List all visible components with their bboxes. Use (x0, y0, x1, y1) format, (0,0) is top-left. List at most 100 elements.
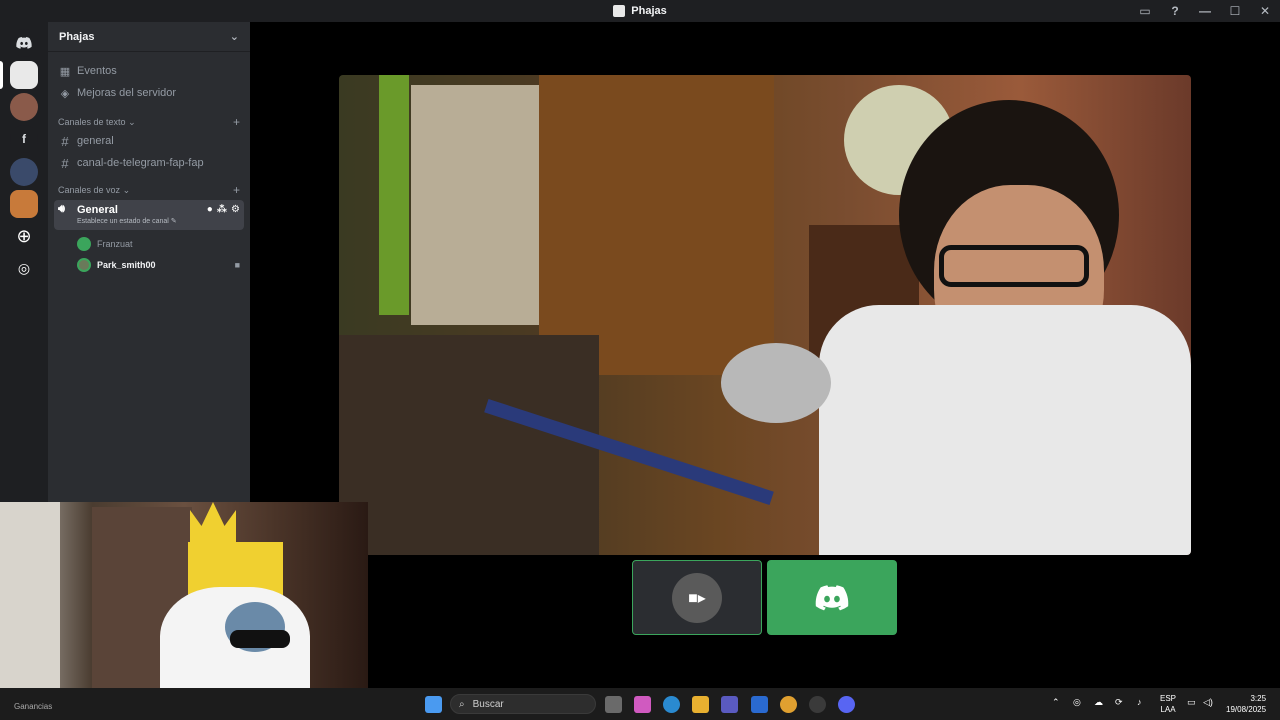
date: 19/08/2025 (1226, 705, 1267, 714)
hashtag-icon: # (61, 155, 69, 171)
clock[interactable]: 3:25 19/08/2025 (1226, 693, 1266, 715)
calendar-icon: ▦ (59, 65, 71, 78)
server-name: Phajas (59, 30, 95, 43)
lang-bottom: LAA (1160, 705, 1176, 714)
discord-logo-icon (815, 584, 849, 610)
text-category[interactable]: Canales de texto ⌄ + (48, 114, 250, 130)
server-f-icon[interactable]: f (10, 125, 38, 153)
channel-status-placeholder[interactable]: Establece un estado de canal (77, 218, 169, 225)
app-icon[interactable] (809, 696, 826, 713)
avatar: ■▸ (672, 572, 722, 623)
gear-icon[interactable]: ⚙ (231, 204, 240, 215)
chevron-up-icon[interactable]: ⌃ (1052, 697, 1060, 708)
voice-category-label: Canales de voz (58, 184, 121, 195)
channel-label: general (77, 135, 114, 147)
video-scene (379, 75, 409, 315)
voice-user[interactable]: Franzuat (48, 233, 250, 254)
voice-channel-name: General (77, 203, 118, 216)
search-placeholder: Buscar (472, 698, 504, 710)
boost-icon: ◈ (60, 87, 70, 100)
server-icon[interactable] (10, 190, 38, 218)
voice-category[interactable]: Canales de voz ⌄ + (48, 182, 250, 198)
chrome-icon[interactable] (780, 696, 797, 713)
file-explorer-icon[interactable] (692, 696, 709, 713)
maximize-button[interactable]: ☐ (1220, 0, 1250, 22)
search-icon: ⌕ (459, 698, 465, 710)
task-view-icon[interactable] (605, 696, 622, 713)
events-item[interactable]: ▦ Eventos (48, 60, 250, 82)
network-icon[interactable]: ▭ (1187, 697, 1196, 708)
time: 3:25 (1250, 694, 1267, 703)
store-icon[interactable] (751, 696, 768, 713)
server-boosts-item[interactable]: ◈ Mejoras del servidor (48, 82, 250, 104)
camera-tile[interactable]: ■▸ (632, 560, 762, 635)
webcam-scene (230, 630, 290, 648)
minimize-button[interactable]: — (1190, 0, 1220, 22)
voice-user-name: Franzuat (97, 238, 133, 249)
discord-user-tile[interactable] (767, 560, 897, 635)
pencil-icon[interactable]: ✎ (171, 218, 177, 225)
channel-label: canal-de-telegram-fap-fap (77, 157, 204, 169)
server-phajas-icon[interactable] (10, 61, 38, 89)
webcam-scene (190, 502, 236, 542)
explore-icon[interactable]: ◎ (10, 254, 38, 282)
discord-taskbar-icon[interactable] (838, 696, 855, 713)
voice-user[interactable]: Park_smith00 ■ (48, 254, 250, 275)
boosts-label: Mejoras del servidor (77, 87, 177, 99)
taskbar-search[interactable]: ⌕ Buscar (450, 694, 596, 714)
title-bar: Phajas ▭ ? — ☐ ✕ (0, 0, 1280, 22)
chevron-down-icon: ⌄ (229, 31, 239, 43)
lang-top: ESP (1160, 694, 1177, 703)
voice-user-name: Park_smith00 (97, 259, 156, 270)
language-indicator[interactable]: ESP LAA (1160, 693, 1176, 715)
help-icon[interactable]: ? (1160, 0, 1190, 22)
video-scene (339, 335, 599, 555)
camera-icon: ■ (234, 259, 240, 270)
sync-icon[interactable]: ⟳ (1115, 697, 1123, 708)
inbox-icon[interactable]: ▭ (1130, 0, 1160, 22)
copilot-tray-icon[interactable]: ◎ (1073, 697, 1081, 708)
video-scene (939, 245, 1089, 287)
text-category-label: Canales de texto (58, 116, 126, 127)
chevron-down-icon: ⌄ (122, 184, 131, 195)
video-scene (539, 75, 774, 375)
invite-icon[interactable]: ⁂ (217, 204, 227, 215)
speaker-icon: 🔊︎ (58, 203, 65, 215)
window-title: Phajas (631, 5, 667, 17)
add-channel-icon[interactable]: + (233, 183, 240, 197)
edge-icon[interactable] (663, 696, 680, 713)
server-icon[interactable] (10, 93, 38, 121)
channel-telegram[interactable]: # canal-de-telegram-fap-fap (48, 152, 250, 174)
widgets-label[interactable]: Ganancias (14, 702, 52, 711)
microphone-icon[interactable]: ♪ (1137, 697, 1142, 707)
server-icon[interactable] (10, 158, 38, 186)
channel-sidebar: Phajas ⌄ ▦ Eventos ◈ Mejoras del servido… (48, 22, 250, 502)
chat-bubble-icon[interactable]: ● (207, 204, 213, 215)
channel-general[interactable]: # general (48, 130, 250, 152)
events-label: Eventos (77, 65, 117, 77)
server-app-icon (613, 5, 626, 17)
copilot-icon[interactable] (634, 696, 651, 713)
avatar (77, 236, 91, 251)
server-header[interactable]: Phajas ⌄ (48, 22, 250, 52)
video-scene (819, 305, 1191, 555)
chevron-down-icon: ⌄ (128, 116, 136, 127)
avatar (77, 257, 91, 272)
main-video-feed[interactable] (339, 75, 1191, 555)
video-scene (411, 85, 551, 325)
voice-channel-general[interactable]: 🔊︎ General ● ⁂ ⚙ Establece un estado de … (54, 200, 244, 230)
webcam-scene (0, 502, 60, 708)
close-button[interactable]: ✕ (1250, 0, 1280, 22)
start-icon[interactable] (425, 696, 442, 713)
camera-icon: ■▸ (688, 589, 706, 607)
teams-icon[interactable] (721, 696, 738, 713)
webcam-overlay (0, 502, 368, 708)
add-channel-icon[interactable]: + (233, 115, 240, 129)
discord-home-icon[interactable] (10, 29, 38, 57)
selected-server-pill (0, 61, 3, 89)
add-server-icon[interactable]: ⊕ (10, 222, 38, 250)
cloud-icon[interactable]: ☁ (1094, 697, 1103, 708)
video-scene (721, 343, 831, 423)
volume-icon[interactable]: ◁) (1203, 697, 1213, 708)
hashtag-icon: # (61, 133, 69, 149)
